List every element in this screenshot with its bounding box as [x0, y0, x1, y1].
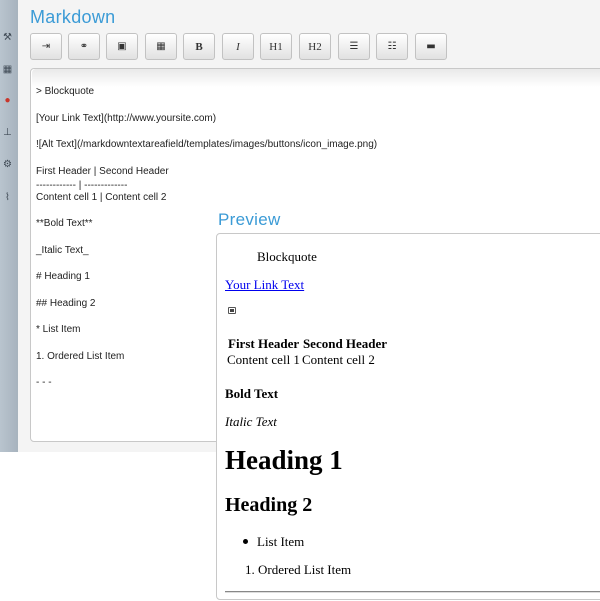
preview-image-icon: [228, 307, 236, 314]
preview-italic-text: Italic Text: [225, 414, 277, 429]
sidebar: ⚒ ▦ ● ⊥ ⚙ ⌇: [0, 0, 19, 452]
list-item-text: List Item: [257, 534, 305, 549]
markdown-title: Markdown: [30, 7, 116, 27]
h2-button[interactable]: H2: [299, 33, 331, 60]
preview-blockquote: Blockquote: [257, 249, 317, 264]
tree-icon[interactable]: ⊥: [2, 127, 13, 138]
source-line: - - -: [36, 377, 52, 388]
bold-button[interactable]: B: [183, 33, 215, 60]
gear-icon[interactable]: ⚙: [2, 159, 13, 170]
tool-icon[interactable]: ⚒: [2, 32, 13, 43]
ordered-list-icon: ☷: [387, 41, 397, 52]
table-header: First Header: [228, 336, 300, 351]
preview-table: First Header Second Header Content cell …: [227, 336, 389, 368]
source-line: 1. Ordered List Item: [36, 351, 125, 362]
preview-bold-text: Bold Text: [225, 386, 279, 401]
grid-icon[interactable]: ▦: [2, 64, 13, 75]
bold-icon: B: [195, 40, 203, 53]
preview-heading-2: Heading 2: [225, 494, 313, 516]
table-cell: Content cell 2: [301, 352, 375, 367]
source-line: Content cell 1 | Content cell 2: [36, 192, 167, 203]
bullet-icon: [243, 539, 248, 544]
source-line: [Your Link Text](http://www.yoursite.com…: [36, 113, 217, 124]
source-line: ## Heading 2: [36, 298, 96, 309]
image-icon: ▣: [117, 41, 127, 52]
preview-panel: Blockquote Your Link Text First Header S…: [216, 233, 600, 600]
ordered-list-button[interactable]: ☷: [376, 33, 408, 60]
h1-button[interactable]: H1: [260, 33, 292, 60]
preview-heading-1: Heading 1: [225, 445, 343, 475]
bullet-list-button[interactable]: ☰: [338, 33, 370, 60]
globe-icon[interactable]: ●: [2, 95, 13, 106]
source-line: _Italic Text_: [36, 245, 89, 256]
heading1-icon: H1: [269, 40, 283, 53]
image-button[interactable]: ▣: [106, 33, 138, 60]
source-line: ------------ | -------------: [36, 180, 128, 191]
link-button[interactable]: ⚭: [68, 33, 100, 60]
blockquote-button[interactable]: ⇥: [30, 33, 62, 60]
source-line: > Blockquote: [36, 86, 95, 97]
preview-horizontal-rule: [225, 591, 600, 593]
table-button[interactable]: ▦: [145, 33, 177, 60]
preview-title: Preview: [218, 210, 281, 229]
source-line: First Header | Second Header: [36, 166, 169, 177]
hr-button[interactable]: ▬: [415, 33, 447, 60]
italic-icon: I: [236, 40, 240, 53]
horizontal-rule-icon: ▬: [426, 41, 436, 52]
source-line: **Bold Text**: [36, 218, 93, 229]
source-line: * List Item: [36, 324, 81, 335]
source-line: ![Alt Text](/markdowntextareafield/templ…: [36, 139, 378, 150]
bullet-list-icon: ☰: [349, 41, 359, 52]
pin-icon[interactable]: ⌇: [2, 192, 13, 203]
preview-link[interactable]: Your Link Text: [225, 277, 304, 293]
table-icon: ▦: [156, 41, 166, 52]
textarea-shade: [32, 69, 600, 87]
source-line: # Heading 1: [36, 271, 90, 282]
heading2-icon: H2: [308, 40, 322, 53]
blockquote-icon: ⇥: [41, 41, 51, 52]
italic-button[interactable]: I: [222, 33, 254, 60]
table-cell: Content cell 1: [227, 352, 300, 367]
link-icon: ⚭: [79, 41, 89, 52]
table-header: Second Header: [302, 336, 388, 351]
preview-ordered-item: 1. Ordered List Item: [245, 562, 352, 577]
preview-list-item: List Item: [243, 534, 304, 550]
